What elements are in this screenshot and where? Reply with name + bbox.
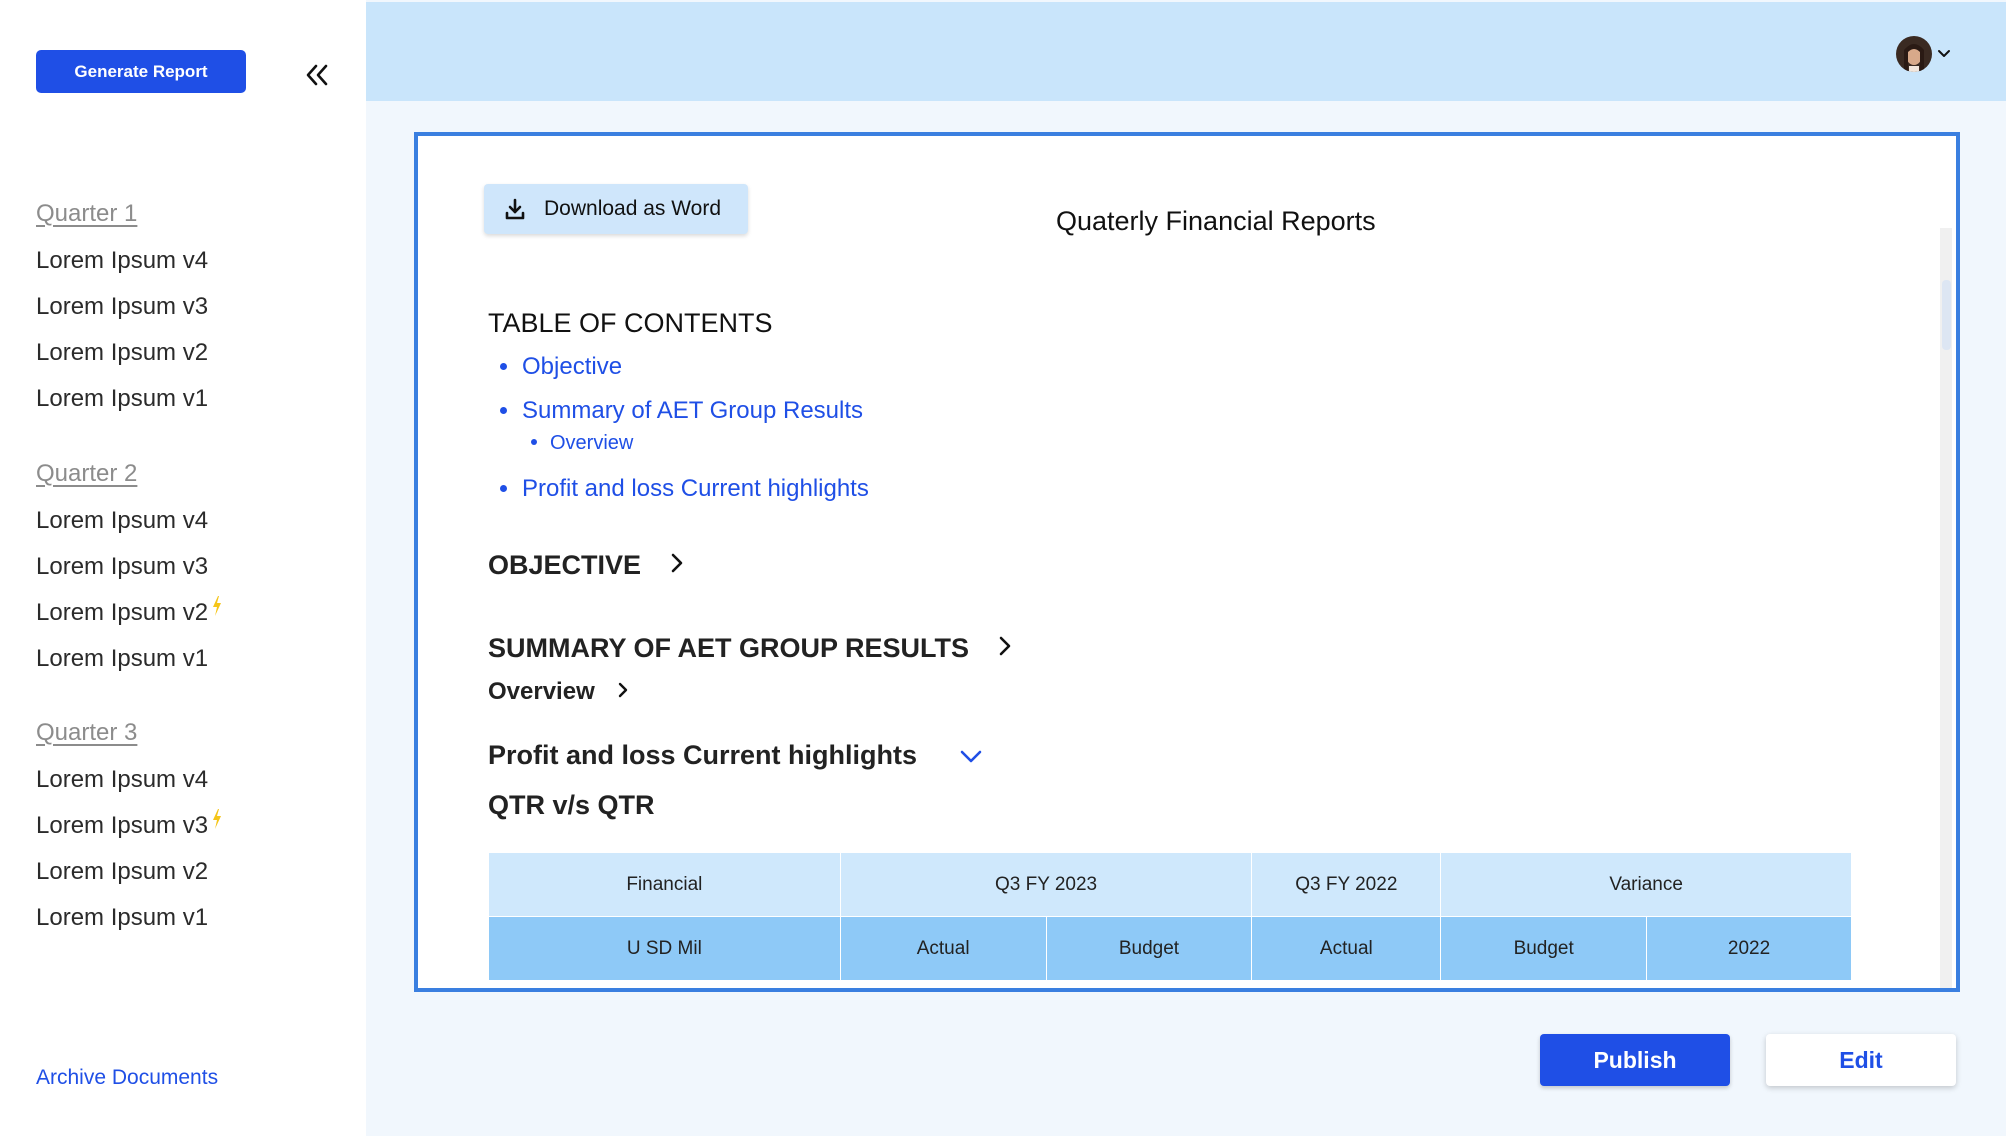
table-header-cell: Variance xyxy=(1440,852,1852,917)
sidebar: Generate Report Quarter 1 Lorem Ipsum v4… xyxy=(0,0,366,1136)
lightning-bolt-icon xyxy=(212,807,222,837)
document-item-label: Lorem Ipsum v1 xyxy=(36,904,209,931)
main-area: Download as Word Quaterly Financial Repo… xyxy=(366,0,2006,1136)
document-item-label: Lorem Ipsum v3 xyxy=(36,553,209,580)
table-subheader-cell: Budget xyxy=(1045,916,1253,981)
document-item-label: Lorem Ipsum v1 xyxy=(36,385,209,412)
table-subheader-cell: Budget xyxy=(1440,916,1648,981)
document-item-label: Lorem Ipsum v4 xyxy=(36,247,209,274)
section-summary[interactable]: SUMMARY OF AET GROUP RESULTS xyxy=(488,633,1013,664)
generate-report-button[interactable]: Generate Report xyxy=(36,50,246,93)
toc-link-overview[interactable]: Overview xyxy=(488,428,869,472)
section-profit-loss[interactable]: Profit and loss Current highlights xyxy=(488,740,983,771)
table-header-row: Financial Q3 FY 2023 Q3 FY 2022 Variance xyxy=(488,852,1852,917)
document-item[interactable]: Lorem Ipsum v4 xyxy=(36,246,208,292)
document-item[interactable]: Lorem Ipsum v1 xyxy=(36,903,222,949)
archive-documents-link[interactable]: Archive Documents xyxy=(36,1066,218,1090)
quarter-group-1: Quarter 1 Lorem Ipsum v4 Lorem Ipsum v3 … xyxy=(36,200,208,430)
qtr-vs-qtr-title: QTR v/s QTR xyxy=(488,790,655,820)
top-bar xyxy=(366,2,2006,101)
toc-link-profit-loss[interactable]: Profit and loss Current highlights xyxy=(488,472,869,506)
toc-link-summary[interactable]: Summary of AET Group Results xyxy=(488,394,869,428)
double-chevron-left-icon[interactable] xyxy=(302,60,332,90)
document-item[interactable]: Lorem Ipsum v3 xyxy=(36,809,222,857)
document-item[interactable]: Lorem Ipsum v1 xyxy=(36,384,208,430)
document-item-label: Lorem Ipsum v1 xyxy=(36,645,209,672)
lightning-bolt-icon xyxy=(212,594,222,624)
document-item-label: Lorem Ipsum v3 xyxy=(36,293,209,320)
toc-link-objective[interactable]: Objective xyxy=(488,350,869,394)
table-header-cell: Financial xyxy=(488,852,841,917)
download-icon xyxy=(505,198,525,220)
document-item-label: Lorem Ipsum v2 xyxy=(36,858,209,885)
download-word-button[interactable]: Download as Word xyxy=(484,184,748,234)
chevron-right-icon[interactable] xyxy=(997,633,1013,664)
document-item[interactable]: Lorem Ipsum v4 xyxy=(36,506,222,552)
scrollbar-thumb[interactable] xyxy=(1942,280,1951,350)
section-profit-loss-title: Profit and loss Current highlights xyxy=(488,740,918,770)
section-objective[interactable]: OBJECTIVE xyxy=(488,550,685,581)
table-subheader-row: U SD Mil Actual Budget Actual Budget 202… xyxy=(488,916,1852,981)
quarter-title[interactable]: Quarter 3 xyxy=(36,719,137,753)
quarter-group-3: Quarter 3 Lorem Ipsum v4 Lorem Ipsum v3 … xyxy=(36,719,222,949)
document-item[interactable]: Lorem Ipsum v4 xyxy=(36,765,222,811)
document-item[interactable]: Lorem Ipsum v3 xyxy=(36,292,208,338)
quarter-title[interactable]: Quarter 2 xyxy=(36,460,137,494)
table-header-cell: Q3 FY 2023 xyxy=(839,852,1253,917)
section-overview-title: Overview xyxy=(488,678,595,705)
document-item-label: Lorem Ipsum v2 xyxy=(36,599,209,626)
financial-table: Financial Q3 FY 2023 Q3 FY 2022 Variance… xyxy=(488,852,1852,981)
document-item[interactable]: Lorem Ipsum v3 xyxy=(36,552,222,598)
document-item[interactable]: Lorem Ipsum v2 xyxy=(36,596,222,644)
chevron-right-icon[interactable] xyxy=(617,678,629,706)
quarter-group-2: Quarter 2 Lorem Ipsum v4 Lorem Ipsum v3 … xyxy=(36,460,222,690)
section-summary-title: SUMMARY OF AET GROUP RESULTS xyxy=(488,633,970,663)
document-item-label: Lorem Ipsum v3 xyxy=(36,812,209,839)
chevron-down-icon[interactable] xyxy=(959,740,983,771)
document-item[interactable]: Lorem Ipsum v2 xyxy=(36,338,208,384)
document-item-label: Lorem Ipsum v2 xyxy=(36,339,209,366)
section-overview[interactable]: Overview xyxy=(488,678,629,706)
toc-heading: TABLE OF CONTENTS xyxy=(488,308,773,338)
document-item[interactable]: Lorem Ipsum v2 xyxy=(36,857,222,903)
chevron-down-icon[interactable] xyxy=(1936,46,1952,62)
toc-list: Objective Summary of AET Group Results O… xyxy=(488,350,869,506)
quarter-title[interactable]: Quarter 1 xyxy=(36,200,137,234)
qtr-vs-qtr-heading: QTR v/s QTR xyxy=(488,790,655,821)
section-objective-title: OBJECTIVE xyxy=(488,550,642,580)
table-header-cell: Q3 FY 2022 xyxy=(1251,852,1442,917)
edit-button[interactable]: Edit xyxy=(1766,1034,1956,1086)
table-subheader-cell: 2022 xyxy=(1646,916,1852,981)
table-subheader-cell: Actual xyxy=(839,916,1047,981)
document-item[interactable]: Lorem Ipsum v1 xyxy=(36,644,222,690)
user-avatar[interactable] xyxy=(1896,36,1932,72)
table-subheader-cell: U SD Mil xyxy=(488,916,841,981)
document-item-label: Lorem Ipsum v4 xyxy=(36,766,209,793)
document-title: Quaterly Financial Reports xyxy=(1056,206,1376,236)
table-subheader-cell: Actual xyxy=(1251,916,1442,981)
publish-button[interactable]: Publish xyxy=(1540,1034,1730,1086)
chevron-right-icon[interactable] xyxy=(669,550,685,581)
document-item-label: Lorem Ipsum v4 xyxy=(36,507,209,534)
download-word-label: Download as Word xyxy=(544,197,722,220)
